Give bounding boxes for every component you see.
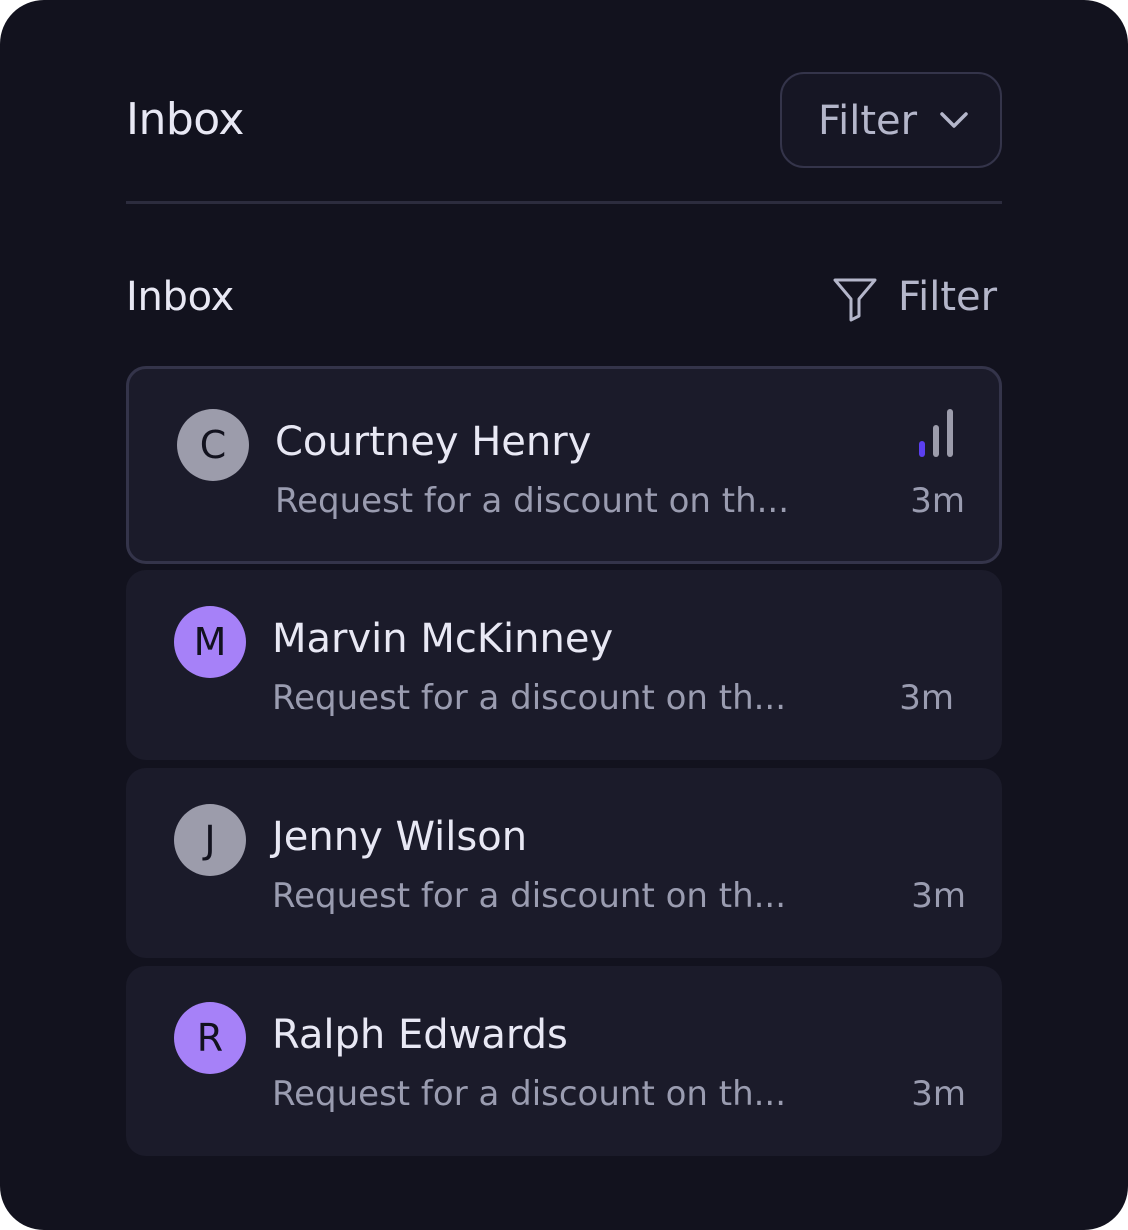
sender-name: Jenny Wilson xyxy=(272,814,528,860)
filter-dropdown-label: Filter xyxy=(818,98,918,144)
filter-dropdown-button[interactable]: Filter xyxy=(780,72,1002,168)
message-time: 3m xyxy=(911,1074,966,1114)
message-row-jenny-wilson[interactable]: J Jenny Wilson Request for a discount on… xyxy=(126,768,1002,958)
message-row-ralph-edwards[interactable]: R Ralph Edwards Request for a discount o… xyxy=(126,966,1002,1156)
funnel-icon xyxy=(833,278,877,322)
message-time: 3m xyxy=(899,678,954,718)
message-row-marvin-mckinney[interactable]: M Marvin McKinney Request for a discount… xyxy=(126,570,1002,760)
avatar: J xyxy=(174,804,246,876)
sender-name: Ralph Edwards xyxy=(272,1012,568,1058)
message-preview: Request for a discount on th... xyxy=(272,1074,787,1114)
avatar: M xyxy=(174,606,246,678)
filter-button-label: Filter xyxy=(898,274,998,320)
chevron-down-icon xyxy=(940,112,968,128)
signal-bars-icon xyxy=(919,409,953,457)
header-divider xyxy=(126,201,1002,204)
message-preview: Request for a discount on th... xyxy=(272,876,787,916)
sender-name: Marvin McKinney xyxy=(272,616,614,662)
avatar: R xyxy=(174,1002,246,1074)
page-title: Inbox xyxy=(126,94,244,145)
filter-button[interactable]: Filter xyxy=(832,270,1002,326)
message-time: 3m xyxy=(910,481,965,521)
message-preview: Request for a discount on th... xyxy=(272,678,787,718)
message-row-courtney-henry[interactable]: C Courtney Henry Request for a discount … xyxy=(126,366,1002,564)
section-title: Inbox xyxy=(126,274,234,320)
sender-name: Courtney Henry xyxy=(275,419,592,465)
inbox-subheader: Inbox Filter xyxy=(126,270,1002,326)
inbox-header: Inbox Filter xyxy=(126,72,1002,168)
message-time: 3m xyxy=(911,876,966,916)
message-preview: Request for a discount on th... xyxy=(275,481,790,521)
inbox-panel: Inbox Filter Inbox Filter C Courtney Hen… xyxy=(0,0,1128,1230)
avatar: C xyxy=(177,409,249,481)
